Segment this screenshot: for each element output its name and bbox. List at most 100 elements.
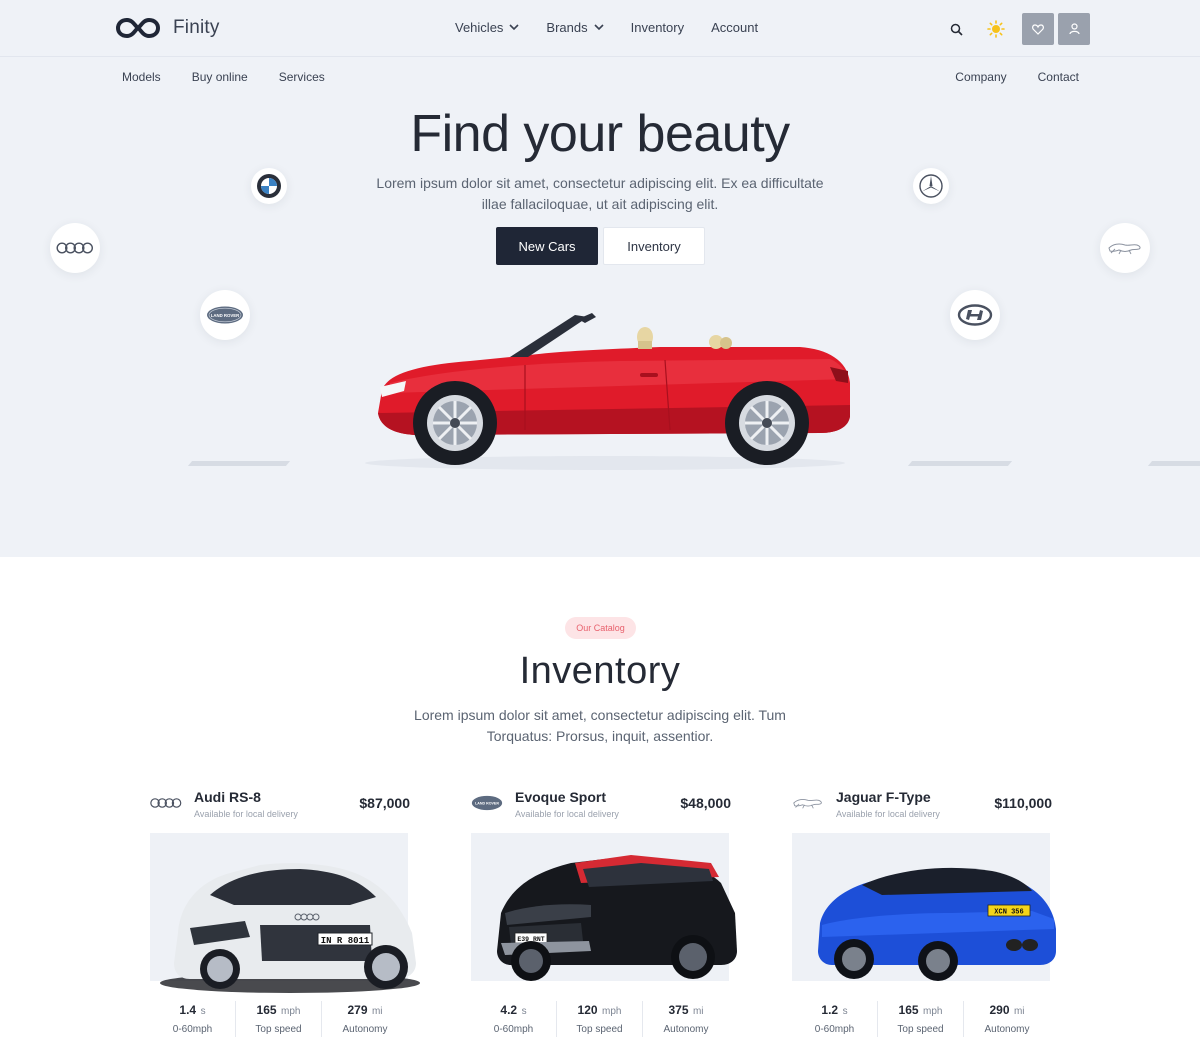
car-price: $110,000 bbox=[994, 795, 1052, 811]
heart-icon bbox=[1032, 23, 1044, 35]
audi-logo-icon bbox=[150, 798, 182, 808]
car-card[interactable]: Jaguar F-Type Available for local delive… bbox=[792, 787, 1056, 1037]
stat-value: 375 bbox=[668, 1003, 689, 1017]
subnav-models[interactable]: Models bbox=[122, 70, 161, 84]
search-icon bbox=[950, 23, 963, 36]
plate-text: IN R 8011 bbox=[321, 936, 370, 946]
stat-unit: mi bbox=[1013, 1006, 1025, 1017]
hero-car-image bbox=[365, 313, 850, 470]
subnav-contact[interactable]: Contact bbox=[1038, 70, 1079, 84]
nav-brands-label: Brands bbox=[546, 20, 588, 35]
subnav-buy-online[interactable]: Buy online bbox=[192, 70, 248, 84]
stat-label: Top speed bbox=[576, 1024, 623, 1035]
brand-audi-bubble[interactable] bbox=[50, 223, 100, 273]
search-button[interactable] bbox=[940, 13, 972, 45]
stat-autonomy: 279 mi Autonomy bbox=[322, 1001, 408, 1037]
nav-vehicles[interactable]: Vehicles bbox=[455, 20, 519, 35]
favorites-button[interactable] bbox=[1022, 13, 1054, 45]
stat-label: Autonomy bbox=[342, 1024, 388, 1035]
subnav-left: Models Buy online Services bbox=[122, 70, 356, 84]
stat-unit: mi bbox=[692, 1006, 704, 1017]
stat-label: Top speed bbox=[897, 1024, 944, 1035]
car-stats: 4.2 s 0-60mph 120 mph Top speed 375 mi A… bbox=[471, 1001, 731, 1037]
infinity-logo-icon bbox=[115, 17, 161, 39]
car-name[interactable]: Evoque Sport bbox=[515, 789, 606, 805]
stat-value: 165 bbox=[898, 1003, 919, 1017]
stat-top-speed: 165 mph Top speed bbox=[236, 1001, 322, 1037]
brand-land-rover-bubble[interactable]: LAND ROVER bbox=[200, 290, 250, 340]
hero-section: Finity Vehicles Brands Inventory Account bbox=[0, 0, 1200, 557]
car-price: $48,000 bbox=[680, 795, 731, 811]
nav-account-label: Account bbox=[711, 20, 759, 35]
car-card[interactable]: Audi RS-8 Available for local delivery $… bbox=[150, 787, 420, 1037]
stat-unit: mph bbox=[281, 1006, 301, 1017]
nav-brands[interactable]: Brands bbox=[546, 20, 604, 35]
nav-vehicles-label: Vehicles bbox=[455, 20, 504, 35]
stat-value: 1.4 bbox=[179, 1003, 197, 1017]
car-price: $87,000 bbox=[359, 795, 410, 811]
car-stats: 1.4 s 0-60mph 165 mph Top speed 279 mi A… bbox=[150, 1001, 410, 1037]
road-stripe bbox=[1147, 461, 1200, 466]
stat-label: Autonomy bbox=[663, 1024, 709, 1035]
hero-title: Find your beauty bbox=[410, 105, 790, 163]
stat-top-speed: 120 mph Top speed bbox=[557, 1001, 643, 1037]
stat-unit: s bbox=[842, 1006, 848, 1017]
main-nav: Vehicles Brands Inventory Account bbox=[455, 20, 785, 35]
catalog-subtitle: Lorem ipsum dolor sit amet, consectetur … bbox=[414, 707, 786, 744]
hero-subtitle: Lorem ipsum dolor sit amet, consectetur … bbox=[376, 175, 824, 212]
car-photo[interactable]: E39 RNT bbox=[471, 833, 737, 981]
stat-value: 165 bbox=[256, 1003, 277, 1017]
car-availability: Available for local delivery bbox=[515, 809, 619, 819]
brand-bmw-bubble[interactable] bbox=[251, 168, 287, 204]
subnav-right: Company Contact bbox=[924, 70, 1079, 84]
chevron-down-icon bbox=[509, 24, 519, 31]
car-photo[interactable]: XCN 356 bbox=[792, 833, 1056, 981]
stat-label: 0-60mph bbox=[493, 1024, 534, 1035]
new-cars-button[interactable]: New Cars bbox=[496, 227, 598, 265]
brand-hyundai-bubble[interactable] bbox=[950, 290, 1000, 340]
road-stripe bbox=[187, 461, 291, 466]
subnav-company[interactable]: Company bbox=[955, 70, 1006, 84]
stat-value: 120 bbox=[577, 1003, 598, 1017]
hyundai-logo-icon bbox=[957, 304, 993, 326]
stat-top-speed: 165 mph Top speed bbox=[878, 1001, 964, 1037]
stat-label: 0-60mph bbox=[172, 1024, 213, 1035]
road-stripe bbox=[907, 461, 1013, 466]
evoque-car-image: E39 RNT bbox=[497, 855, 737, 981]
car-stats: 1.2 s 0-60mph 165 mph Top speed 290 mi A… bbox=[792, 1001, 1052, 1037]
land-rover-logo-icon: LAND ROVER bbox=[471, 795, 503, 811]
nav-inventory[interactable]: Inventory bbox=[631, 20, 684, 35]
audi-logo-icon bbox=[56, 242, 94, 254]
stat-value: 279 bbox=[347, 1003, 368, 1017]
bmw-logo-icon bbox=[257, 174, 281, 198]
sun-icon bbox=[987, 20, 1005, 38]
logo[interactable]: Finity bbox=[115, 16, 220, 40]
stat-autonomy: 290 mi Autonomy bbox=[964, 1001, 1050, 1037]
plate-text: XCN 356 bbox=[994, 909, 1023, 917]
stat-unit: mph bbox=[923, 1006, 943, 1017]
car-card[interactable]: LAND ROVER Evoque Sport Available for lo… bbox=[471, 787, 737, 1037]
nav-account[interactable]: Account bbox=[711, 20, 758, 35]
brand-mercedes-bubble[interactable] bbox=[913, 168, 949, 204]
stat-acceleration: 1.2 s 0-60mph bbox=[792, 1001, 878, 1037]
user-icon bbox=[1068, 23, 1080, 35]
car-photo[interactable]: IN R 8011 bbox=[150, 833, 420, 993]
stat-unit: mi bbox=[371, 1006, 383, 1017]
car-name[interactable]: Jaguar F-Type bbox=[836, 789, 931, 805]
stat-value: 4.2 bbox=[500, 1003, 518, 1017]
brand-jaguar-bubble[interactable] bbox=[1100, 223, 1150, 273]
car-name[interactable]: Audi RS-8 bbox=[194, 789, 261, 805]
land-rover-logo-text: LAND ROVER bbox=[475, 802, 499, 806]
theme-toggle-button[interactable] bbox=[980, 13, 1012, 45]
stat-autonomy: 375 mi Autonomy bbox=[643, 1001, 729, 1037]
stat-label: Top speed bbox=[255, 1024, 302, 1035]
inventory-button[interactable]: Inventory bbox=[603, 227, 705, 265]
mercedes-logo-icon bbox=[919, 174, 943, 198]
nav-inventory-label: Inventory bbox=[630, 20, 685, 35]
jaguar-logo-icon bbox=[1108, 243, 1141, 255]
stat-unit: mph bbox=[602, 1006, 622, 1017]
stat-value: 290 bbox=[989, 1003, 1010, 1017]
subnav-services[interactable]: Services bbox=[279, 70, 325, 84]
account-button[interactable] bbox=[1058, 13, 1090, 45]
toolbar-icons bbox=[940, 13, 1090, 45]
